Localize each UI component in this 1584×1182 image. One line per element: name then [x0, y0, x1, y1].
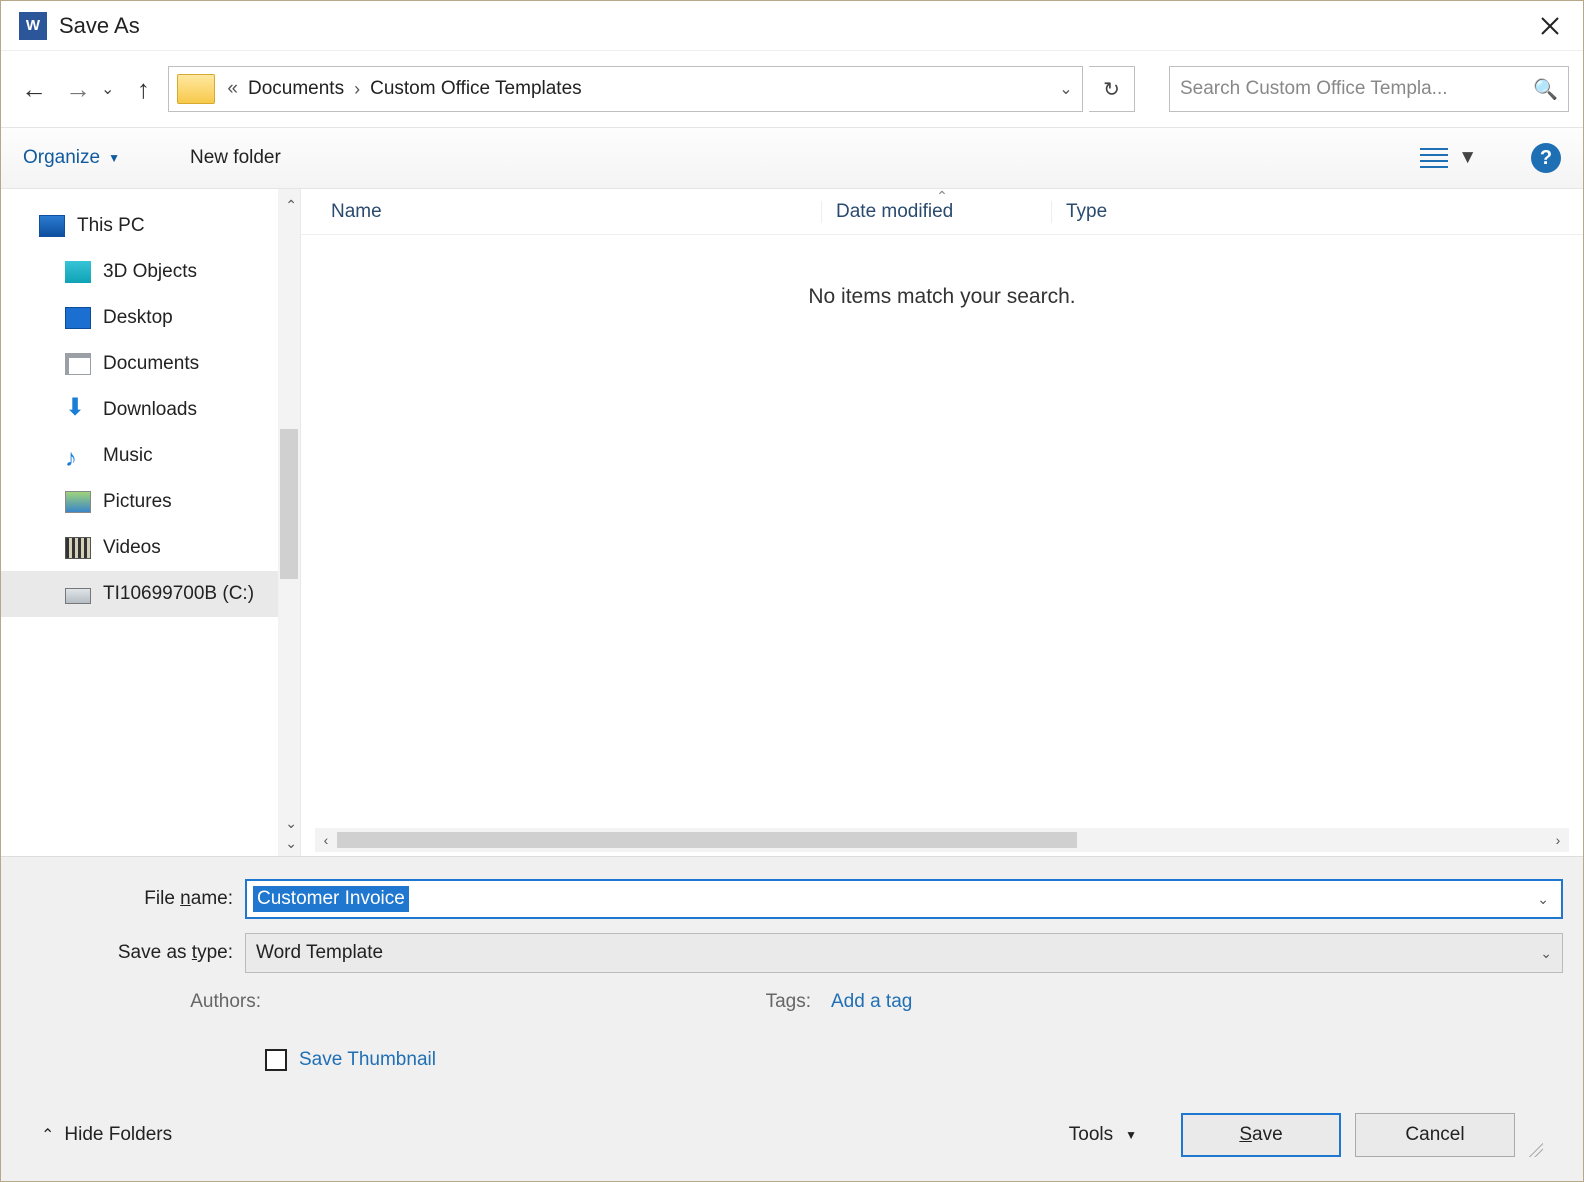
- up-button[interactable]: ↑: [124, 70, 162, 108]
- resize-grip[interactable]: [1525, 1139, 1543, 1157]
- search-input[interactable]: Search Custom Office Templa... 🔍: [1169, 66, 1569, 112]
- column-name[interactable]: Name: [331, 201, 821, 223]
- tree-item-this-pc[interactable]: This PC: [1, 203, 300, 249]
- file-list: ⌃ Name Date modified Type No items match…: [301, 189, 1583, 856]
- tree-item-pictures[interactable]: Pictures: [1, 479, 300, 525]
- scroll-down-icon[interactable]: ⌄: [285, 815, 297, 832]
- tree-label: Documents: [103, 353, 199, 375]
- cancel-button[interactable]: Cancel: [1355, 1113, 1515, 1157]
- title-bar: W Save As: [1, 1, 1583, 51]
- empty-message: No items match your search.: [301, 285, 1583, 309]
- filename-label: File name:: [21, 888, 245, 910]
- scroll-up-icon[interactable]: ⌃: [285, 197, 297, 214]
- authors-label: Authors:: [111, 991, 261, 1013]
- horizontal-scrollbar[interactable]: ‹ ›: [315, 828, 1569, 852]
- search-placeholder: Search Custom Office Templa...: [1180, 78, 1527, 100]
- tree-label: Downloads: [103, 399, 197, 421]
- save-as-type-select[interactable]: Word Template ⌄: [245, 933, 1563, 973]
- tree-scrollbar[interactable]: ⌃ ⌄ ⌄: [278, 189, 300, 856]
- tree-label: This PC: [77, 215, 145, 237]
- tree-item-downloads[interactable]: ⬇ Downloads: [1, 387, 300, 433]
- search-icon: 🔍: [1533, 77, 1558, 102]
- desktop-icon: [65, 307, 91, 329]
- tree-item-music[interactable]: ♪ Music: [1, 433, 300, 479]
- chevron-down-icon: ▼: [1458, 147, 1477, 169]
- hide-folders-button[interactable]: ⌃ Hide Folders: [41, 1124, 172, 1146]
- address-bar[interactable]: « Documents › Custom Office Templates ⌄: [168, 66, 1083, 112]
- tree-label: Videos: [103, 537, 161, 559]
- chevron-down-icon: ▼: [1125, 1128, 1137, 1142]
- save-as-type-label: Save as type:: [21, 942, 245, 964]
- tags-label: Tags:: [731, 991, 811, 1013]
- recent-locations-button[interactable]: ⌄: [101, 79, 114, 99]
- dialog-footer: ⌃ Hide Folders Tools ▼ Save Cancel: [21, 1113, 1563, 1173]
- back-button[interactable]: ←: [15, 70, 53, 108]
- documents-icon: [65, 353, 91, 375]
- chevron-right-icon[interactable]: ›: [354, 79, 360, 100]
- forward-button[interactable]: →: [59, 70, 97, 108]
- view-options-button[interactable]: ▼: [1420, 147, 1477, 169]
- pictures-icon: [65, 491, 91, 513]
- tree-label: TI10699700B (C:): [103, 583, 254, 605]
- videos-icon: [65, 537, 91, 559]
- close-icon: [1540, 16, 1560, 36]
- scroll-thumb[interactable]: [280, 429, 298, 579]
- tree-label: Pictures: [103, 491, 172, 513]
- music-icon: ♪: [65, 445, 91, 467]
- tools-menu[interactable]: Tools ▼: [1069, 1124, 1137, 1146]
- tree-item-documents[interactable]: Documents: [1, 341, 300, 387]
- chevron-down-icon[interactable]: ⌄: [1531, 891, 1555, 908]
- save-thumbnail-label[interactable]: Save Thumbnail: [299, 1049, 436, 1071]
- authors-value[interactable]: [261, 991, 561, 1013]
- scroll-left-icon[interactable]: ‹: [315, 832, 337, 848]
- tree-label: Desktop: [103, 307, 173, 329]
- pc-icon: [39, 215, 65, 237]
- main-area: ⌃ ⌄ ⌄ This PC 3D Objects Desktop Documen…: [1, 189, 1583, 856]
- tree-label: Music: [103, 445, 153, 467]
- scroll-down-icon[interactable]: ⌄: [285, 835, 297, 852]
- tree-item-3d-objects[interactable]: 3D Objects: [1, 249, 300, 295]
- breadcrumb-overflow-icon[interactable]: «: [227, 78, 238, 100]
- save-as-dialog: W Save As ← → ⌄ ↑ « Documents › Custom O…: [0, 0, 1584, 1182]
- organize-label: Organize: [23, 147, 100, 169]
- folder-icon: [177, 74, 215, 104]
- scroll-right-icon[interactable]: ›: [1547, 832, 1569, 848]
- toolbar: Organize ▼ New folder ▼ ?: [1, 127, 1583, 189]
- view-list-icon: [1420, 148, 1448, 168]
- folder-tree[interactable]: ⌃ ⌄ ⌄ This PC 3D Objects Desktop Documen…: [1, 189, 301, 856]
- tree-item-drive-c[interactable]: TI10699700B (C:): [1, 571, 300, 617]
- tree-label: 3D Objects: [103, 261, 197, 283]
- tags-add-link[interactable]: Add a tag: [831, 991, 912, 1013]
- tools-label: Tools: [1069, 1124, 1113, 1146]
- chevron-up-icon: ⌃: [41, 1125, 54, 1145]
- cube-icon: [65, 261, 91, 283]
- refresh-button[interactable]: ↻: [1089, 66, 1135, 112]
- breadcrumb-custom-office-templates[interactable]: Custom Office Templates: [370, 78, 582, 100]
- save-thumbnail-checkbox[interactable]: [265, 1049, 287, 1071]
- tree-item-videos[interactable]: Videos: [1, 525, 300, 571]
- navigation-bar: ← → ⌄ ↑ « Documents › Custom Office Temp…: [1, 51, 1583, 127]
- filename-value: Customer Invoice: [253, 886, 409, 912]
- collapse-header-icon[interactable]: ⌃: [936, 188, 948, 205]
- help-button[interactable]: ?: [1531, 143, 1561, 173]
- address-dropdown-icon[interactable]: ⌄: [1050, 79, 1082, 99]
- chevron-down-icon: ▼: [108, 151, 120, 165]
- scroll-thumb[interactable]: [337, 832, 1077, 848]
- hide-folders-label: Hide Folders: [64, 1124, 172, 1146]
- organize-menu[interactable]: Organize ▼: [23, 147, 120, 169]
- dialog-title: Save As: [59, 13, 140, 39]
- downloads-icon: ⬇: [65, 399, 91, 421]
- close-button[interactable]: [1527, 6, 1573, 46]
- word-app-icon: W: [19, 12, 47, 40]
- column-type[interactable]: Type: [1051, 201, 1583, 223]
- save-form: File name: Customer Invoice ⌄ Save as ty…: [1, 856, 1583, 1181]
- breadcrumb-documents[interactable]: Documents: [248, 78, 344, 100]
- chevron-down-icon: ⌄: [1540, 945, 1552, 962]
- type-value: Word Template: [256, 942, 383, 964]
- new-folder-button[interactable]: New folder: [190, 147, 281, 169]
- filename-input[interactable]: Customer Invoice ⌄: [245, 879, 1563, 919]
- drive-icon: [65, 588, 91, 604]
- tree-item-desktop[interactable]: Desktop: [1, 295, 300, 341]
- save-button[interactable]: Save: [1181, 1113, 1341, 1157]
